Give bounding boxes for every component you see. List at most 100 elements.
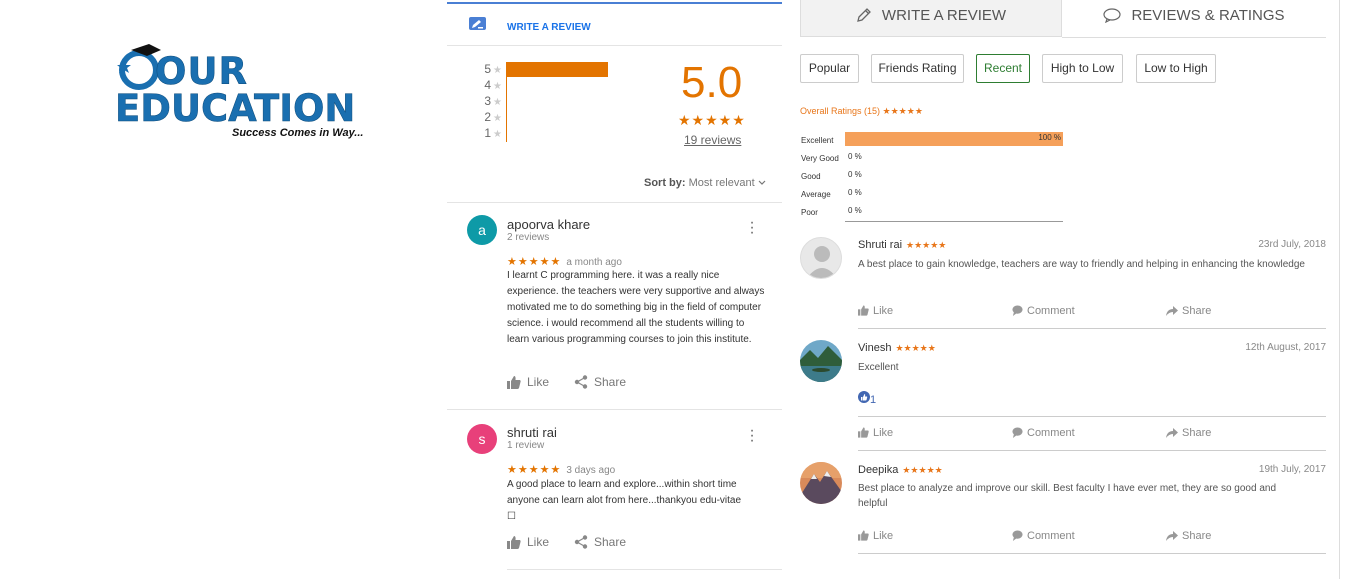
divider [858,416,1326,417]
review-count-link[interactable]: 19 reviews [684,133,741,147]
review-stars: ★★★★★ a month ago [507,256,622,268]
sort-dropdown[interactable]: Sort by: Most relevant [644,177,766,189]
breakdown-label: Very Good [801,154,839,163]
comment-button[interactable]: Comment [1012,305,1075,317]
reviewer-name[interactable]: Vinesh ★★★★★ [858,342,936,354]
like-button[interactable]: Like [507,375,549,389]
thumbs-up-icon [507,376,521,389]
divider [447,45,782,46]
star-icon: ★ [493,65,502,76]
breakdown-label: Poor [801,208,818,217]
logo-tagline: Success Comes in Way... [232,127,364,139]
filter-popular[interactable]: Popular [800,54,859,83]
reviewer-name[interactable]: apoorva khare [507,217,590,232]
more-options-icon[interactable]: · · · [747,423,757,449]
like-reaction-icon [858,391,870,403]
divider [447,202,782,203]
avatar[interactable] [800,340,842,382]
share-button[interactable]: Share [574,535,626,549]
divider [507,569,782,570]
divider [858,328,1326,329]
review-text: A best place to gain knowledge, teachers… [858,259,1305,270]
reviewer-stars: ★★★★★ [895,343,936,353]
reviewer-name[interactable]: Deepika ★★★★★ [858,464,943,476]
star-icon: ★ [493,129,502,140]
breakdown-baseline [845,221,1063,222]
comment-icon [1012,427,1023,438]
breakdown-pct: 0 % [848,152,862,161]
average-score: 5.0 [681,58,743,107]
comment-button[interactable]: Comment [1012,530,1075,542]
review-date: 12th August, 2017 [1245,342,1326,353]
scrollbar-track[interactable] [1339,0,1340,579]
like-button[interactable]: Like [507,535,549,549]
avatar[interactable]: a [467,215,497,245]
reviewer-review-count: 1 review [507,440,545,451]
google-reviews-panel: WRITE A REVIEW 5 ★ 4 ★ 3 ★ 2 ★ 1 ★ 5.0 ★★★★★ … [447,0,782,579]
comment-button[interactable]: Comment [1012,427,1075,439]
comment-icon [1012,305,1023,316]
thumbs-up-icon [858,427,869,438]
sort-value: Most relevant [688,177,755,189]
pencil-icon [857,8,871,22]
star-icon: ★ [493,81,502,92]
tab-write-review[interactable]: WRITE A REVIEW [800,0,1062,37]
our-education-logo: OUR EDUCATION Success Comes in Way... [115,42,375,142]
more-options-icon[interactable]: · · · [747,215,757,241]
reviews-ratings-panel: WRITE A REVIEW REVIEWS & RATINGS Popular… [800,0,1326,579]
like-button[interactable]: Like [858,305,893,317]
reviewer-name[interactable]: shruti rai [507,425,557,440]
filter-recent[interactable]: Recent [976,54,1030,83]
like-button[interactable]: Like [858,427,893,439]
avatar[interactable]: s [467,424,497,454]
divider [447,409,782,410]
filter-friends-rating[interactable]: Friends Rating [871,54,964,83]
review-text: Excellent [858,362,899,373]
breakdown-pct: 0 % [848,188,862,197]
thumbs-up-icon [858,305,869,316]
share-arrow-icon [1166,306,1178,316]
reviewer-name[interactable]: Shruti rai ★★★★★ [858,239,946,251]
filter-low-to-high[interactable]: Low to High [1136,54,1216,83]
filter-high-to-low[interactable]: High to Low [1042,54,1123,83]
avatar[interactable] [800,237,842,279]
write-review-link[interactable]: WRITE A REVIEW [507,22,591,33]
rating-row-1: 1 ★ [484,126,502,140]
review-text-glyph: ☐ [507,511,516,522]
mountain-photo [800,462,842,504]
share-icon [574,535,588,549]
review-time: 3 days ago [566,465,616,476]
share-button[interactable]: Share [1166,427,1211,439]
rating-row-4: 4 ★ [484,78,502,92]
breakdown-label: Excellent [801,136,834,145]
review-stars: ★★★★★ 3 days ago [507,464,616,476]
tab-reviews-ratings[interactable]: REVIEWS & RATINGS [1062,0,1326,37]
review-text: I learnt C programming here. it was a re… [507,270,765,345]
speech-bubble-icon [1103,8,1122,24]
avatar[interactable] [800,462,842,504]
divider [858,450,1326,451]
share-icon [574,375,588,389]
divider [858,553,1326,554]
star-icon: ★ [493,113,502,124]
chevron-down-icon [758,180,766,185]
thumbs-up-icon [858,530,869,541]
breakdown-pct: 100 % [1038,133,1061,142]
share-button[interactable]: Share [1166,305,1211,317]
average-stars: ★★★★★ [678,112,746,128]
review-time: a month ago [566,257,622,268]
overall-ratings: Overall Ratings (15) ★★★★★ [800,106,923,116]
review-date: 19th July, 2017 [1258,464,1326,475]
write-review-icon[interactable] [469,17,486,32]
rating-row-3: 3 ★ [484,94,502,108]
like-button[interactable]: Like [858,530,893,542]
star-icon: ★ [493,97,502,108]
top-accent-line [447,2,782,4]
share-button[interactable]: Share [574,375,626,389]
breakdown-pct: 0 % [848,206,862,215]
thumbs-up-icon [507,536,521,549]
breakdown-pct: 0 % [848,170,862,179]
share-button[interactable]: Share [1166,530,1211,542]
breakdown-label: Good [801,172,821,181]
reviewer-stars: ★★★★★ [906,240,947,250]
